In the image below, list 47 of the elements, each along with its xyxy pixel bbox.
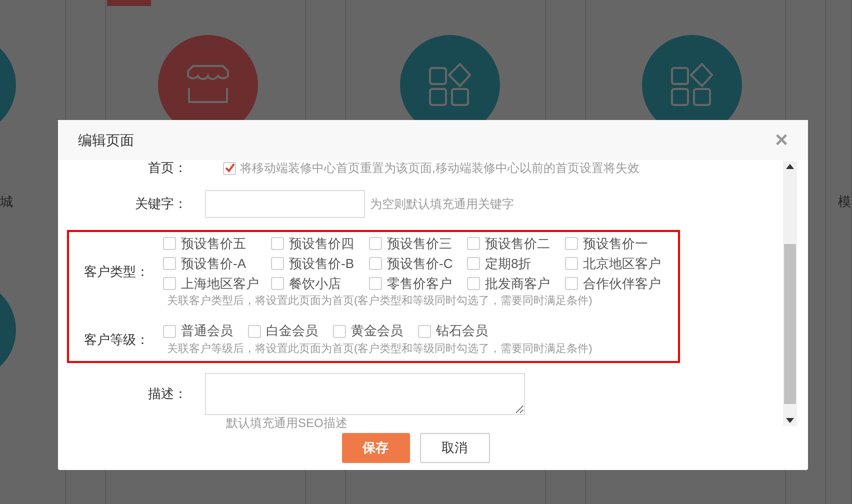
description-textarea[interactable] — [205, 373, 525, 415]
dialog-title: 编辑页面 — [78, 130, 134, 150]
field-label: 关键字： — [134, 195, 188, 214]
checkbox-label: 钻石会员 — [436, 322, 488, 340]
save-button[interactable]: 保存 — [342, 433, 410, 463]
checkbox-label: 预设售价二 — [485, 234, 550, 253]
checkbox-label: 上海地区客户 — [181, 274, 259, 293]
close-button[interactable]: × — [775, 129, 788, 151]
ribbon — [107, 0, 151, 6]
checkbox-label: 定期8折 — [485, 254, 532, 273]
checkbox-label: 预设售价-B — [289, 254, 354, 273]
checkbox-label: 北京地区客户 — [583, 254, 661, 273]
checkbox-label: 餐饮小店 — [289, 274, 341, 293]
hint-text: 关联客户类型后，将设置此页面为首页(客户类型和等级同时勾选了，需要同时满足条件) — [167, 294, 594, 309]
tile-caption: 城 — [0, 193, 13, 211]
field-label: 首页： — [147, 159, 188, 178]
scroll-up-icon[interactable] — [786, 164, 794, 169]
field-label: 客户类型： — [83, 263, 150, 281]
checkbox-label: 预设售价-C — [387, 254, 453, 273]
checkbox-label: 零售价客户 — [387, 274, 452, 293]
checkbox-label: 黄金会员 — [351, 322, 403, 340]
checkbox-label: 预设售价一 — [583, 234, 648, 253]
checkbox-label: 批发商客户 — [485, 274, 550, 293]
field-label: 描述： — [147, 385, 188, 404]
checkbox-label: 合作伙伴客户 — [583, 274, 661, 293]
hint-text: 关联客户等级后，将设置此页面为首页(客户类型和等级同时勾选了，需要同时满足条件) — [167, 342, 592, 356]
checkbox-label: 预设售价三 — [387, 234, 452, 253]
checkbox[interactable] — [223, 162, 236, 174]
scroll-down-icon[interactable] — [786, 418, 794, 423]
keyword-input[interactable] — [205, 190, 365, 218]
scroll-thumb[interactable] — [784, 244, 796, 404]
hint-text: 为空则默认填充通用关键字 — [370, 196, 514, 213]
checkbox-label: 预设售价四 — [289, 234, 354, 253]
store-icon — [185, 64, 231, 106]
apps-icon — [428, 63, 472, 107]
checkbox-label: 白金会员 — [266, 322, 318, 340]
checkbox-label: 将移动端装修中心首页重置为该页面,移动端装修中心以前的首页设置将失效 — [240, 160, 640, 177]
field-label: 客户等级： — [83, 330, 150, 348]
checkbox-label: 普通会员 — [181, 322, 233, 340]
checkbox-label: 预设售价-A — [181, 254, 246, 273]
cancel-button[interactable]: 取消 — [420, 433, 490, 463]
hint-text: 默认填充通用SEO描述 — [226, 416, 348, 430]
apps-icon — [670, 63, 714, 107]
tile-caption: 模 — [838, 193, 851, 211]
scrollbar[interactable] — [783, 161, 797, 426]
checkbox-label: 预设售价五 — [181, 234, 246, 253]
check-icon — [224, 163, 234, 173]
